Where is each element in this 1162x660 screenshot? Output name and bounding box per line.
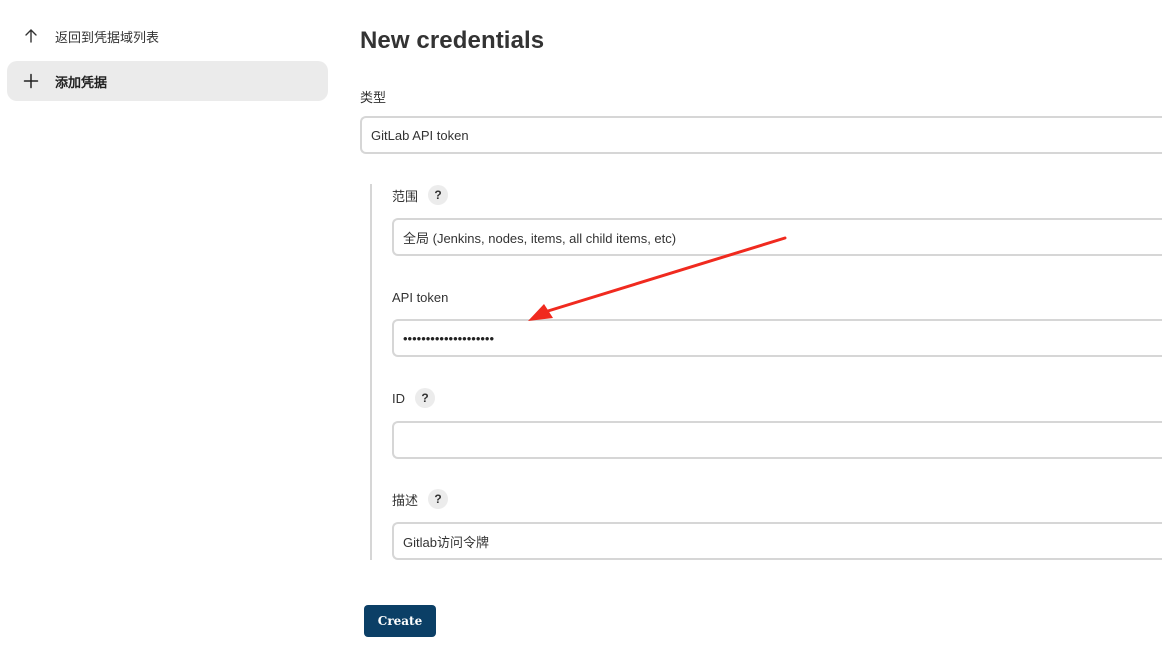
arrow-up-icon [21,26,41,46]
description-label-text: 描述 [392,492,419,508]
kind-label: 类型 [360,87,386,106]
api-token-label: API token [392,290,448,305]
sidebar-item-back-to-domains[interactable]: 返回到凭据域列表 [7,16,328,56]
sidebar: 返回到凭据域列表 添加凭据 [7,16,328,106]
scope-label-text: 范围 [392,188,419,204]
id-field[interactable] [392,421,1162,459]
scope-select-value: 全局 (Jenkins, nodes, items, all child ite… [403,230,677,246]
description-label: 描述 ? [392,489,449,509]
description-field[interactable]: Gitlab访问令牌 [392,522,1162,560]
sidebar-item-label: 添加凭据 [55,74,108,90]
api-token-label-text: API token [392,290,449,305]
sidebar-item-label: 返回到凭据域列表 [55,29,160,45]
api-token-masked-value: •••••••••••••••••••• [403,330,495,346]
scope-select[interactable]: 全局 (Jenkins, nodes, items, all child ite… [392,218,1162,256]
credentials-form: New credentials 类型 GitLab API token 范围 ?… [360,0,1162,660]
page: 返回到凭据域列表 添加凭据 New credentials 类型 GitLab … [0,0,1162,660]
scope-label: 范围 ? [392,185,449,205]
page-title: New credentials [360,27,545,54]
id-label: ID ? [392,388,435,408]
sidebar-item-add-credentials[interactable]: 添加凭据 [7,61,328,101]
api-token-field[interactable]: •••••••••••••••••••• [392,319,1162,357]
kind-select-value: GitLab API token [371,127,469,143]
kind-select[interactable]: GitLab API token [360,116,1162,154]
nested-section-divider [370,184,372,560]
help-icon[interactable]: ? [428,489,449,509]
kind-label-text: 类型 [360,90,387,105]
create-button[interactable]: Create [364,605,436,637]
help-icon[interactable]: ? [428,185,449,205]
id-label-text: ID [392,390,405,406]
help-icon[interactable]: ? [415,388,435,408]
plus-icon [21,71,41,91]
description-field-value: Gitlab访问令牌 [403,534,489,550]
